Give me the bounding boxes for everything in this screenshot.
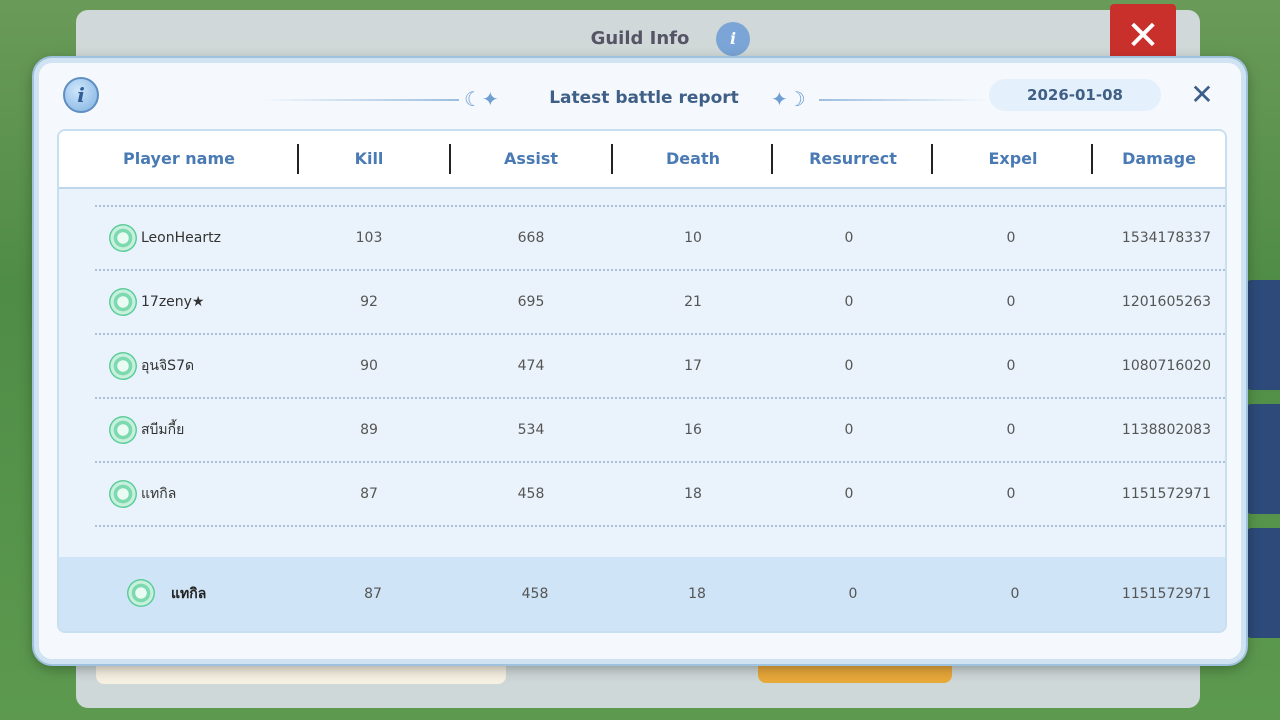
header-damage[interactable]: Damage [1093,131,1225,187]
kill-value: 87 [364,586,382,602]
header-kill[interactable]: Kill [299,131,439,187]
table-row[interactable]: อุนจิS7ด 90 474 17 0 0 1080716020 [59,335,1225,397]
expel-value: 0 [1006,358,1016,374]
header-assist[interactable]: Assist [451,131,611,187]
side-button[interactable] [1244,404,1280,514]
player-name: แทกิล [171,586,207,602]
assist-value: 458 [521,586,549,602]
self-row[interactable]: แทกิล 87 458 18 0 0 1151572971 [59,557,1225,631]
kill-value: 92 [360,294,378,310]
death-value: 10 [684,230,702,246]
resurrect-value: 0 [844,486,854,502]
expel-value: 0 [1006,230,1016,246]
expel-value: 0 [1006,486,1016,502]
player-name: สบีมกี้ย [141,422,185,438]
damage-value: 1201605263 [1121,294,1211,310]
death-value: 18 [688,586,706,602]
resurrect-value: 0 [844,358,854,374]
death-value: 21 [684,294,702,310]
assist-value: 695 [517,294,545,310]
battle-report-table: Player name Kill Assist Death Resurrect … [57,129,1227,633]
damage-value: 1534178337 [1121,230,1211,246]
table-header: Player name Kill Assist Death Resurrect … [59,131,1225,189]
expel-value: 0 [1006,294,1016,310]
battle-report-modal: i ☾✦ Latest battle report ✦☽ 2026-01-08 … [34,58,1246,664]
table-row[interactable]: สบีมกี้ย 89 534 16 0 0 1138802083 [59,399,1225,461]
player-name: อุนจิS7ด [141,358,195,374]
title-divider-right [819,99,989,101]
kill-value: 89 [360,422,378,438]
damage-value: 1151572971 [1121,586,1211,602]
kill-value: 90 [360,358,378,374]
assist-value: 474 [517,358,545,374]
death-value: 18 [684,486,702,502]
header-player-name[interactable]: Player name [59,131,299,187]
player-name: LeonHeartz [141,230,221,246]
resurrect-value: 0 [844,230,854,246]
damage-value: 1151572971 [1121,486,1211,502]
moon-decoration-icon: ☾✦ [464,87,499,111]
damage-value: 1138802083 [1121,422,1211,438]
guild-emblem-icon [109,416,137,444]
guild-emblem-icon [109,288,137,316]
assist-value: 668 [517,230,545,246]
player-name: แทกิล [141,486,177,502]
table-row[interactable]: 17zeny★ 92 695 21 0 0 1201605263 [59,271,1225,333]
resurrect-value: 0 [848,586,858,602]
header-expel[interactable]: Expel [933,131,1093,187]
damage-value: 1080716020 [1121,358,1211,374]
table-row[interactable]: LeonHeartz 103 668 10 0 0 1534178337 [59,207,1225,269]
row-divider [95,525,1225,527]
guild-emblem-icon [109,352,137,380]
kill-value: 87 [360,486,378,502]
header-death[interactable]: Death [613,131,773,187]
date-selector[interactable]: 2026-01-08 [989,79,1161,111]
kill-value: 103 [355,230,383,246]
guild-emblem-icon [109,224,137,252]
resurrect-value: 0 [844,294,854,310]
title-divider-left [259,99,459,101]
assist-value: 458 [517,486,545,502]
death-value: 16 [684,422,702,438]
player-name: 17zeny★ [141,294,205,310]
moon-decoration-icon: ✦☽ [771,87,806,111]
guild-info-title: Guild Info [590,28,690,49]
death-value: 17 [684,358,702,374]
guild-emblem-icon [109,480,137,508]
expel-value: 0 [1010,586,1020,602]
assist-value: 534 [517,422,545,438]
guild-emblem-icon [127,579,155,607]
modal-title: Latest battle report [549,88,739,108]
table-row[interactable]: แทกิล 87 458 18 0 0 1151572971 [59,463,1225,525]
resurrect-value: 0 [844,422,854,438]
guild-info-icon[interactable]: i [716,22,750,56]
side-button[interactable] [1244,280,1280,390]
side-button[interactable] [1244,528,1280,638]
close-icon[interactable]: ✕ [1187,81,1217,111]
expel-value: 0 [1006,422,1016,438]
header-resurrect[interactable]: Resurrect [773,131,933,187]
